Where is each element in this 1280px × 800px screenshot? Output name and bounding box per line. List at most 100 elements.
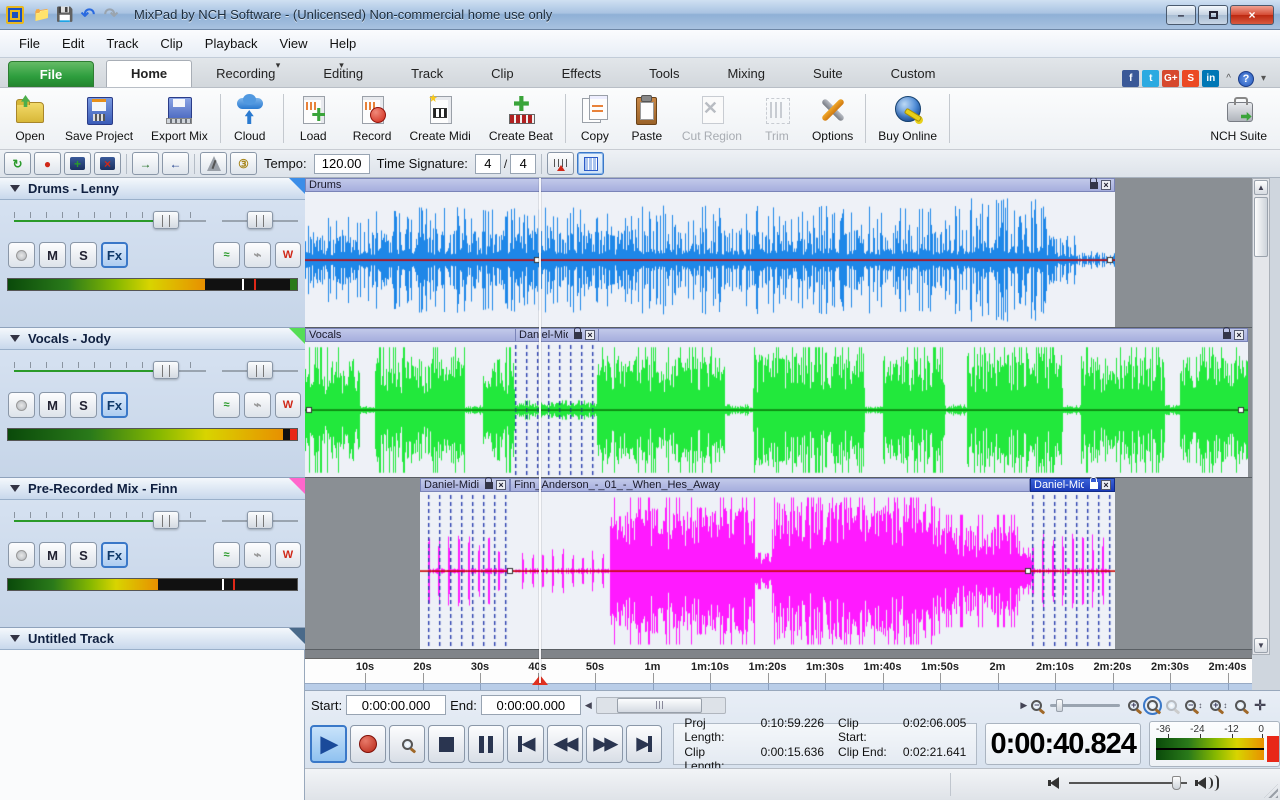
metronome-button[interactable] [200,152,227,175]
copy-button[interactable]: Copy [569,90,621,147]
pause-button[interactable] [468,725,504,763]
collapse-track-icon[interactable] [10,485,20,492]
redo-icon[interactable]: ↷ [101,5,121,25]
mix-waveform[interactable] [420,492,1115,650]
pan-slider[interactable] [247,511,273,529]
zoom-in-button[interactable]: + [1128,700,1139,711]
zoom-slider-thumb[interactable] [1056,699,1063,712]
envelope-button[interactable]: W [275,392,301,418]
help-dropdown-icon[interactable]: ▾ [1261,73,1266,84]
delete-track-button[interactable]: × [94,152,121,175]
triplet-button[interactable]: ③ [230,152,257,175]
arm-record-button[interactable] [8,242,35,268]
solo-button[interactable]: S [70,392,97,418]
mute-button[interactable]: M [39,392,66,418]
lock-icon[interactable] [574,332,582,339]
vertical-scrollbar[interactable]: ▲ ▼ [1252,178,1270,655]
rewind-button[interactable]: ◀◀ [547,725,583,763]
vertical-zoom-in-button[interactable]: + [1210,700,1221,711]
paste-button[interactable]: Paste [621,90,673,147]
tab-custom[interactable]: Custom [867,61,960,87]
shift-clip-left-button[interactable]: ← [162,152,189,175]
tab-track[interactable]: Track [387,61,467,87]
clip-close-icon[interactable]: × [496,480,506,490]
mute-button[interactable]: M [39,542,66,568]
grid-button[interactable] [577,152,604,175]
tab-file[interactable]: File [8,61,94,87]
zoom-slider[interactable] [1050,704,1120,707]
hscroll-left-button[interactable]: ◀ [585,697,592,713]
track-header-mix[interactable]: Pre-Recorded Mix - Finn [0,478,305,500]
save-project-button[interactable]: Save Project [56,90,142,147]
clip-header-drums[interactable]: Drums × [305,178,1115,192]
maximize-button[interactable] [1198,5,1228,25]
cloud-button[interactable]: Cloud [224,90,276,147]
linkedin-icon[interactable]: in [1202,70,1219,87]
track-settings-button[interactable]: ⌁ [244,242,271,268]
clip-close-icon[interactable]: × [1234,330,1244,340]
selection-end-input[interactable] [481,695,581,715]
scrub-button[interactable] [389,725,425,763]
pan-slider[interactable] [247,361,273,379]
menu-edit[interactable]: Edit [51,32,95,55]
track-settings-button[interactable]: ⌁ [244,392,271,418]
automation-button[interactable]: ≈ [213,542,240,568]
clip-header-daniel-midi-vocals[interactable]: Daniel-Midi × [515,328,599,342]
add-track-button[interactable]: + [64,152,91,175]
undo-icon[interactable]: ↶ [78,5,98,25]
clip-header-daniel-midi-1[interactable]: Daniel-Midi × [420,478,510,492]
play-button[interactable]: ▶ [310,725,347,763]
fx-button[interactable]: Fx [101,542,128,568]
twitter-icon[interactable]: t [1142,70,1159,87]
master-volume-slider[interactable] [1069,782,1187,784]
open-button[interactable]: Open [4,90,56,147]
solo-button[interactable]: S [70,242,97,268]
resize-grip[interactable] [1264,784,1278,798]
tab-effects[interactable]: Effects [538,61,626,87]
volume-slider[interactable] [153,511,179,529]
create-midi-button[interactable]: Create Midi [400,90,479,147]
help-icon[interactable]: ? [1238,71,1254,87]
automation-button[interactable]: ≈ [213,392,240,418]
record-transport-button[interactable] [350,725,386,763]
load-button[interactable]: Load [287,90,339,147]
volume-thumb[interactable] [1172,776,1181,790]
tab-home[interactable]: Home [106,60,192,87]
clip-header-vocals[interactable]: Vocals × [305,328,1248,342]
fx-button[interactable]: Fx [101,392,128,418]
stumbleupon-icon[interactable]: S [1182,70,1199,87]
record-button[interactable]: Record [344,90,401,147]
options-button[interactable]: Options [803,90,862,147]
loud-speaker-icon[interactable] [1197,777,1206,789]
clip-close-icon[interactable]: × [585,330,595,340]
collapse-track-icon[interactable] [10,635,20,642]
fast-forward-button[interactable]: ▶▶ [586,725,622,763]
tab-tools[interactable]: Tools [625,61,703,87]
horizontal-scrollbar[interactable] [596,697,727,714]
timesig-denominator-input[interactable] [510,154,536,174]
envelope-button[interactable]: W [275,542,301,568]
track-header-drums[interactable]: Drums - Lenny [0,178,305,200]
loop-playback-button[interactable]: ↻ [4,152,31,175]
quick-open-icon[interactable]: 📁 [32,5,52,25]
vertical-zoom-out-button[interactable]: − [1185,700,1196,711]
menu-track[interactable]: Track [95,32,149,55]
clip-header-daniel-midi-2[interactable]: Daniel-Midi × [1030,478,1115,492]
automation-button[interactable]: ≈ [213,242,240,268]
zoom-fit-button[interactable] [1147,700,1158,711]
lock-icon[interactable] [1223,332,1231,339]
track-header-untitled[interactable]: Untitled Track [0,628,305,650]
export-mix-button[interactable]: Export Mix [142,90,217,147]
volume-slider[interactable] [153,361,179,379]
record-track-button[interactable]: ● [34,152,61,175]
drums-waveform[interactable] [305,192,1115,328]
hscroll-right-button[interactable]: ▶ [1020,697,1027,713]
tab-mixing[interactable]: Mixing [703,61,789,87]
tempo-input[interactable] [314,154,370,174]
menu-help[interactable]: Help [319,32,368,55]
nch-suite-button[interactable]: NCH Suite [1201,90,1276,147]
envelope-button[interactable]: W [275,242,301,268]
close-button[interactable]: × [1230,5,1274,25]
tab-suite[interactable]: Suite [789,61,867,87]
arm-record-button[interactable] [8,392,35,418]
